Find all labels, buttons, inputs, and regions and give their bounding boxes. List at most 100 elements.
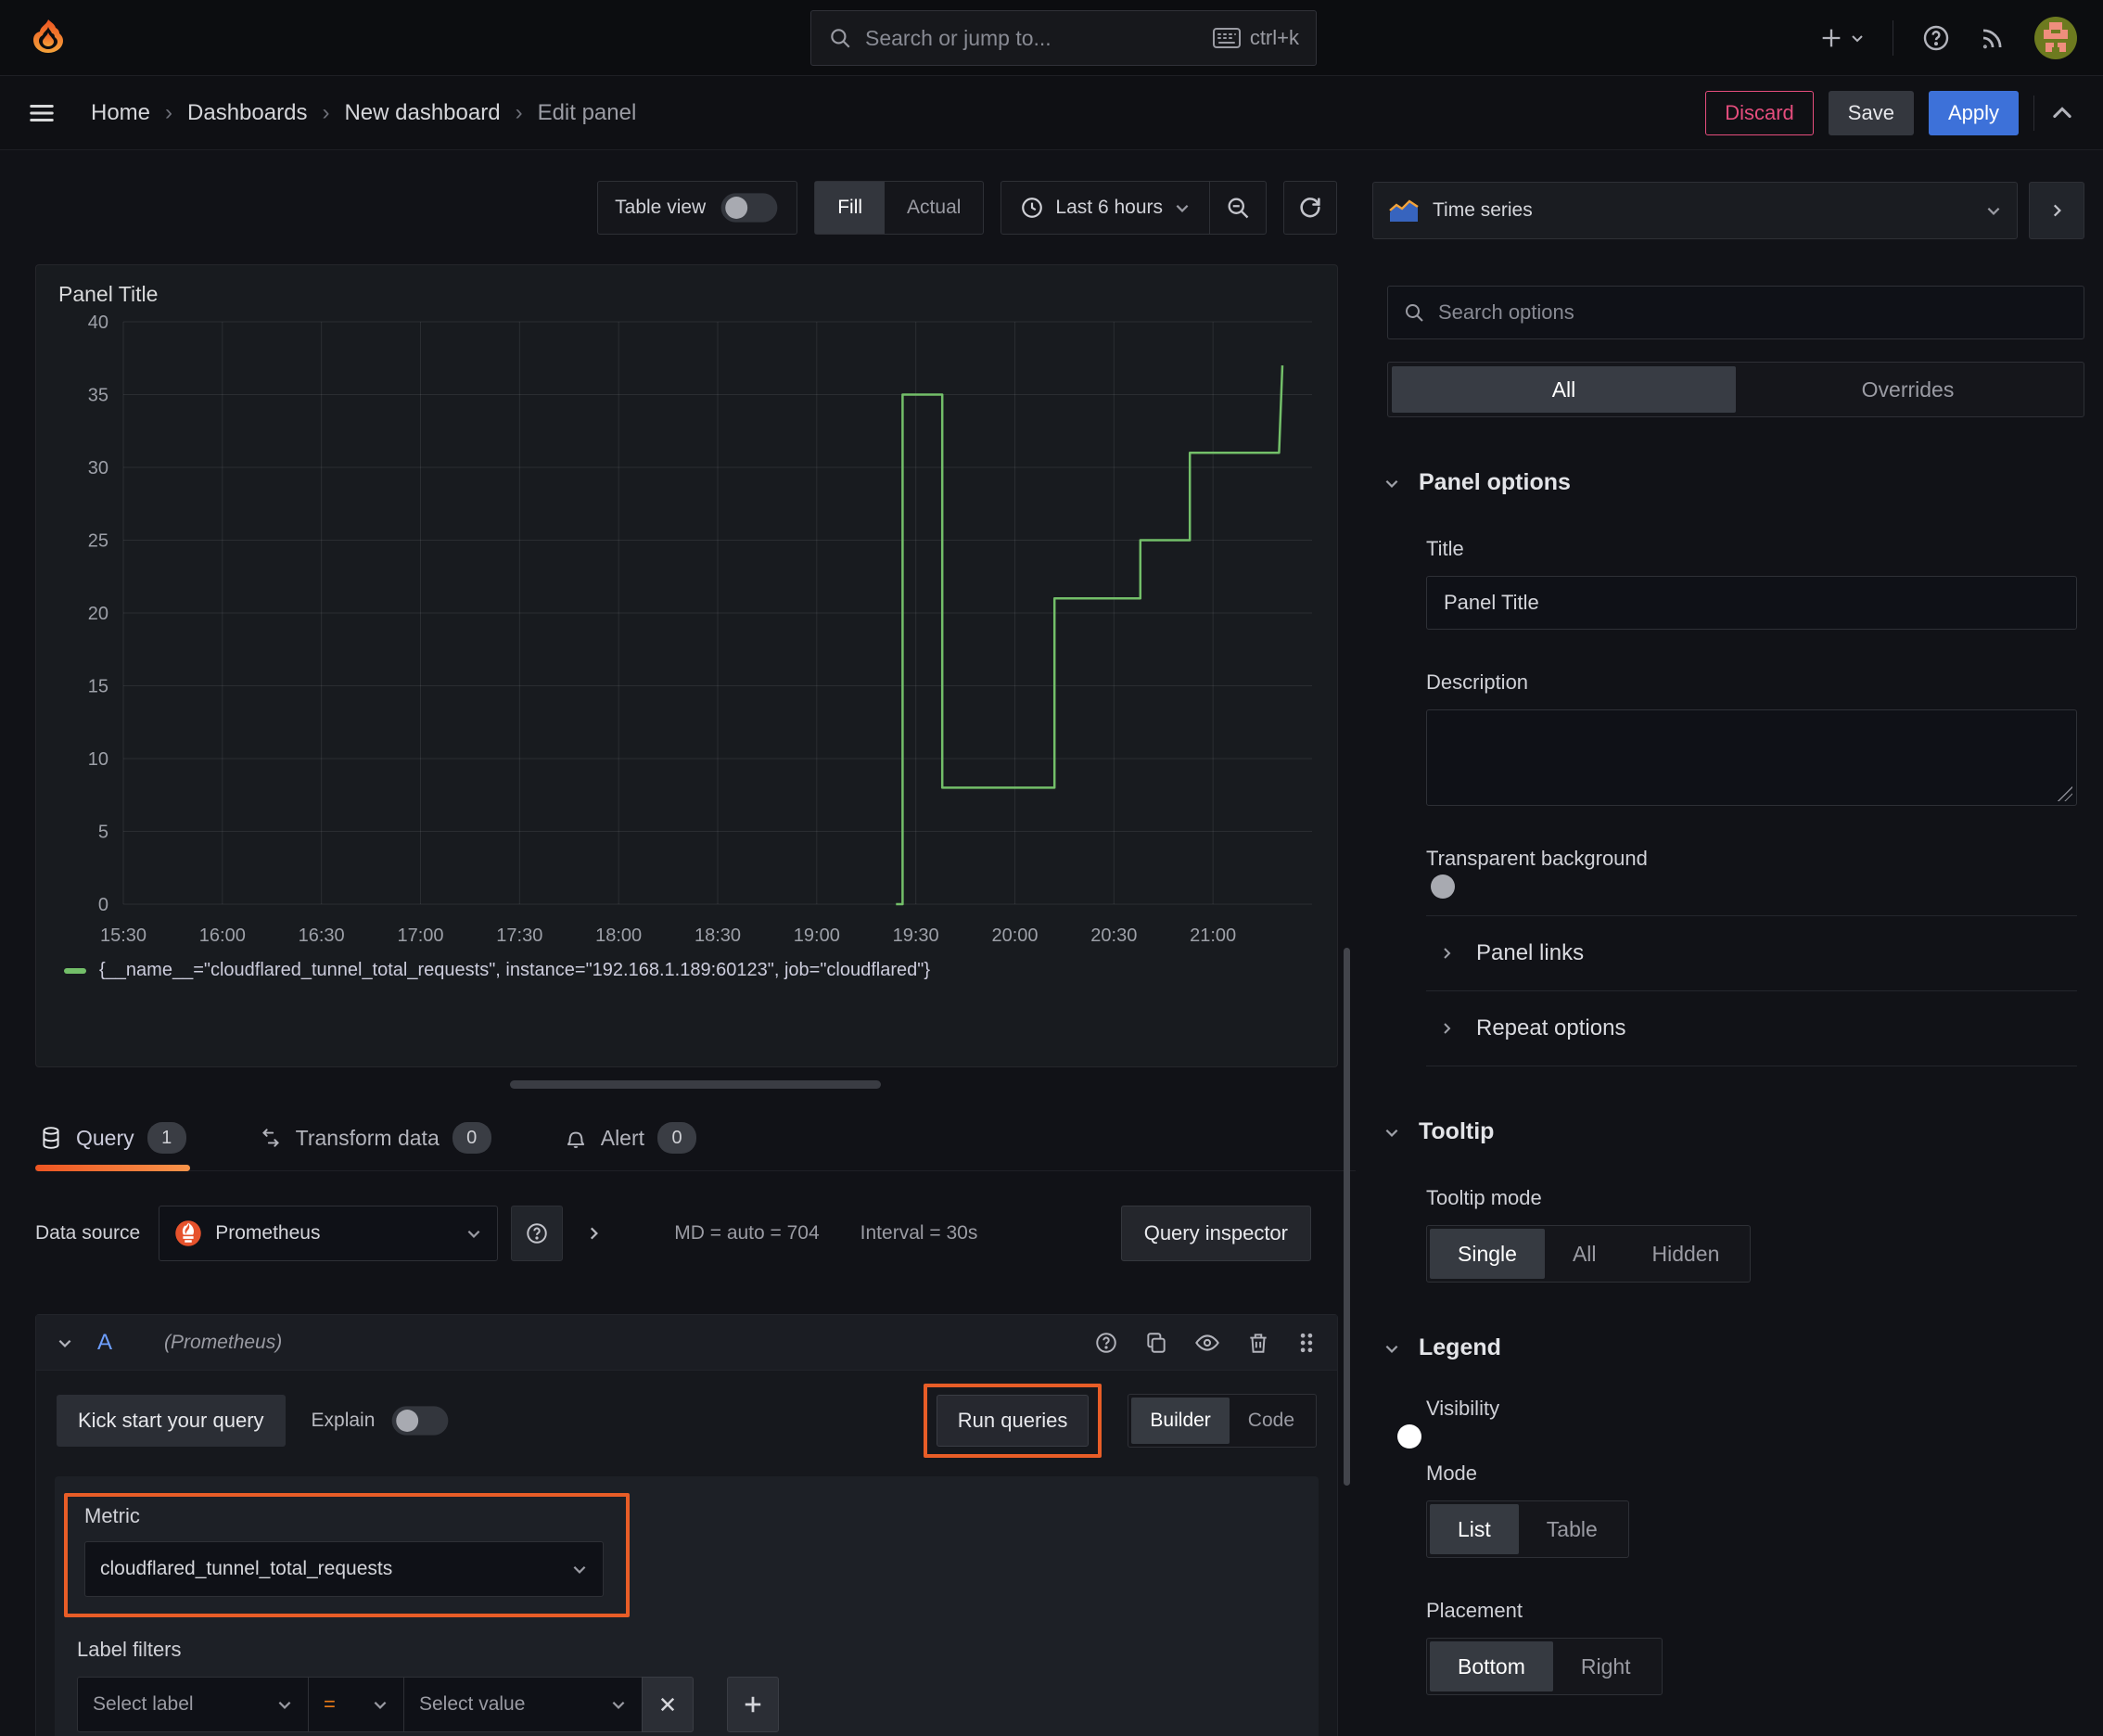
legend-series-label: {__name__="cloudflared_tunnel_total_requ… xyxy=(99,960,931,980)
left-pane-scrollbar[interactable] xyxy=(1344,948,1350,1486)
metric-select[interactable]: cloudflared_tunnel_total_requests xyxy=(84,1541,604,1597)
query-row-header[interactable]: A (Prometheus) xyxy=(36,1315,1337,1371)
legend-placement-right[interactable]: Right xyxy=(1553,1641,1659,1691)
chevron-right-icon: › xyxy=(322,99,330,125)
explain-label: Explain xyxy=(311,1410,376,1431)
svg-text:35: 35 xyxy=(88,386,108,406)
tab-alert[interactable]: Alert 0 xyxy=(560,1113,700,1170)
panel-options-header[interactable]: Panel options xyxy=(1372,469,2084,496)
panel-links-row[interactable]: Panel links xyxy=(1426,916,2077,991)
options-tabs: All Overrides xyxy=(1387,362,2084,417)
actual-option[interactable]: Actual xyxy=(885,182,983,234)
svg-text:30: 30 xyxy=(88,458,108,479)
description-textarea[interactable] xyxy=(1426,709,2077,806)
time-range-picker[interactable]: Last 6 hours xyxy=(1001,196,1209,220)
search-input[interactable] xyxy=(865,25,1200,51)
operator-dropdown[interactable]: = xyxy=(308,1677,404,1732)
builder-option[interactable]: Builder xyxy=(1131,1398,1230,1444)
visualization-picker[interactable]: Time series xyxy=(1372,182,2018,239)
save-button[interactable]: Save xyxy=(1828,90,1914,135)
tooltip-mode-single[interactable]: Single xyxy=(1430,1229,1545,1279)
global-search[interactable]: ctrl+k xyxy=(810,10,1317,66)
explain-toggle-group: Explain xyxy=(312,1405,452,1436)
tab-query[interactable]: Query 1 xyxy=(35,1113,190,1171)
news-rss-icon[interactable] xyxy=(1979,24,2007,52)
fill-option[interactable]: Fill xyxy=(815,182,886,234)
datasource-select[interactable]: Prometheus xyxy=(159,1206,499,1261)
viz-suggestions-button[interactable] xyxy=(2029,182,2084,239)
explain-toggle[interactable] xyxy=(392,1406,449,1436)
panel-resize-handle[interactable] xyxy=(510,1080,881,1089)
kick-start-query-button[interactable]: Kick start your query xyxy=(57,1395,286,1447)
breadcrumb-home[interactable]: Home xyxy=(91,100,150,126)
add-new-button[interactable] xyxy=(1818,25,1865,51)
query-stats: MD = auto = 704 Interval = 30s xyxy=(674,1222,977,1245)
collapse-chevron-up-icon[interactable] xyxy=(2049,100,2075,126)
chevron-down-icon[interactable] xyxy=(57,1334,73,1351)
svg-text:16:00: 16:00 xyxy=(199,925,246,946)
svg-text:17:00: 17:00 xyxy=(397,925,443,946)
breadcrumb-new-dashboard[interactable]: New dashboard xyxy=(344,100,500,126)
tooltip-header[interactable]: Tooltip xyxy=(1372,1118,2084,1145)
legend-header[interactable]: Legend xyxy=(1372,1334,2084,1361)
query-row-card: A (Prometheus) Kick start your query Exp… xyxy=(35,1314,1338,1736)
svg-text:15:30: 15:30 xyxy=(100,925,147,946)
select-value-dropdown[interactable]: Select value xyxy=(403,1677,643,1732)
remove-filter-button[interactable] xyxy=(642,1677,694,1732)
menu-hamburger-icon[interactable] xyxy=(28,99,56,127)
zoom-out-button[interactable] xyxy=(1209,182,1266,234)
time-series-chart[interactable]: 0 5 10 15 20 25 30 35 40 15:30 16:00 16:30 17:00 17:3… xyxy=(51,307,1323,956)
duplicate-query-icon[interactable] xyxy=(1144,1331,1168,1355)
tab-all[interactable]: All xyxy=(1392,366,1736,413)
stats-expander-chevron[interactable] xyxy=(576,1225,611,1242)
select-label-dropdown[interactable]: Select label xyxy=(77,1677,309,1732)
chevron-down-icon xyxy=(1176,204,1189,212)
code-option[interactable]: Code xyxy=(1230,1398,1313,1444)
grafana-logo[interactable] xyxy=(26,16,70,60)
panel-options-section: Panel options Title Description Transpar… xyxy=(1372,469,2084,1066)
drag-grip-icon[interactable] xyxy=(1296,1331,1317,1355)
edit-pane: Table view Fill Actual Last 6 hours Pane… xyxy=(0,150,1356,1736)
metric-label: Metric xyxy=(84,1504,140,1527)
table-view-toggle[interactable] xyxy=(720,193,778,223)
tab-overrides[interactable]: Overrides xyxy=(1736,366,2080,413)
refresh-button[interactable] xyxy=(1283,181,1337,235)
chart-legend[interactable]: {__name__="cloudflared_tunnel_total_requ… xyxy=(64,960,1322,981)
svg-text:0: 0 xyxy=(98,895,108,915)
breadcrumb: Home › Dashboards › New dashboard › Edit… xyxy=(91,100,636,126)
legend-mode-label: Mode xyxy=(1426,1462,1478,1485)
label-filters-row: Select label = Select value xyxy=(77,1677,1296,1732)
help-icon[interactable] xyxy=(1921,23,1951,53)
svg-text:20:00: 20:00 xyxy=(991,925,1038,946)
query-help-icon[interactable] xyxy=(1094,1331,1118,1355)
svg-text:5: 5 xyxy=(98,823,108,843)
legend-mode-list[interactable]: List xyxy=(1430,1504,1519,1554)
search-shortcut: ctrl+k xyxy=(1212,26,1299,50)
query-datasource-hint: (Prometheus) xyxy=(164,1331,283,1353)
tooltip-mode-all[interactable]: All xyxy=(1545,1229,1625,1279)
resize-grip-icon[interactable] xyxy=(2058,786,2072,801)
clock-icon xyxy=(1020,196,1044,220)
query-inspector-button[interactable]: Query inspector xyxy=(1120,1206,1311,1261)
breadcrumb-edit-panel: Edit panel xyxy=(537,99,637,125)
user-avatar[interactable] xyxy=(2034,16,2077,59)
options-search-input[interactable] xyxy=(1438,300,2069,325)
discard-button[interactable]: Discard xyxy=(1705,90,1814,135)
tab-transform-data[interactable]: Transform data 0 xyxy=(255,1113,495,1170)
table-view-label: Table view xyxy=(615,197,707,218)
legend-placement-bottom[interactable]: Bottom xyxy=(1430,1641,1553,1691)
options-search[interactable] xyxy=(1387,286,2084,339)
breadcrumb-dashboards[interactable]: Dashboards xyxy=(187,100,307,126)
hide-query-eye-icon[interactable] xyxy=(1194,1330,1220,1356)
panel-title-input[interactable] xyxy=(1426,576,2077,630)
query-count-badge: 1 xyxy=(147,1122,186,1154)
datasource-help-icon[interactable] xyxy=(511,1206,564,1261)
add-filter-button[interactable] xyxy=(727,1677,779,1732)
repeat-options-row[interactable]: Repeat options xyxy=(1426,991,2077,1066)
database-icon xyxy=(39,1126,63,1150)
run-queries-button[interactable]: Run queries xyxy=(936,1395,1090,1447)
delete-query-trash-icon[interactable] xyxy=(1246,1331,1270,1355)
tooltip-mode-hidden[interactable]: Hidden xyxy=(1625,1229,1748,1279)
legend-mode-table[interactable]: Table xyxy=(1519,1504,1625,1554)
apply-button[interactable]: Apply xyxy=(1928,90,2019,135)
